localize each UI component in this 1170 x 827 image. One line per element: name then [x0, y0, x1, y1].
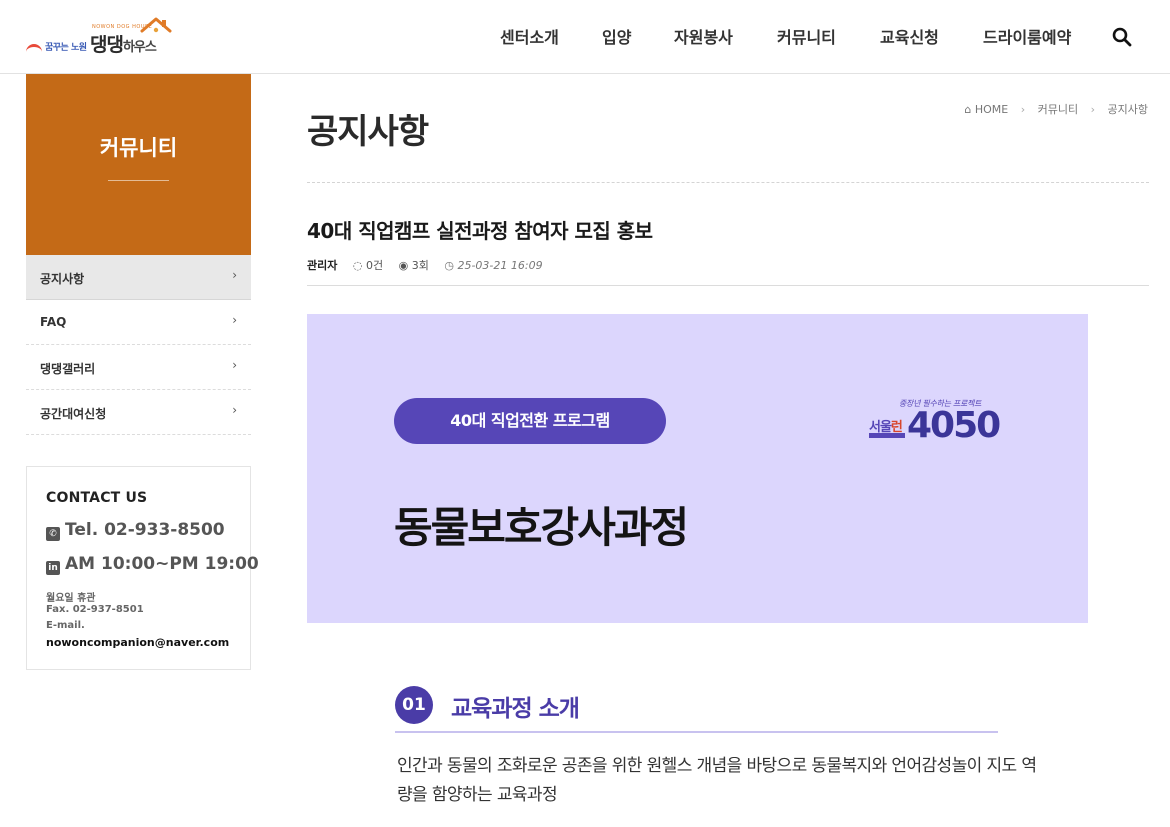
breadcrumb-separator: ›: [1090, 103, 1096, 116]
chevron-right-icon: ›: [232, 403, 237, 417]
nav-item-adoption[interactable]: 입양: [602, 24, 631, 48]
contact-tel: ✆ Tel. 02-933-8500: [46, 520, 225, 541]
chevron-right-icon: ›: [232, 358, 237, 372]
main-nav: 센터소개 입양 자원봉사 커뮤니티 교육신청 드라이룸예약: [0, 24, 1170, 48]
seoul-4050-logo: 중장년 필수하는 프로젝트 서울런 4050: [867, 394, 1007, 454]
sidebar-item-label: 댕댕갤러리: [40, 362, 96, 376]
chevron-right-icon: ›: [232, 313, 237, 327]
page-title: 공지사항: [307, 112, 429, 152]
search-icon[interactable]: [1112, 27, 1132, 47]
nav-item-volunteer[interactable]: 자원봉사: [674, 24, 733, 48]
contact-email-label: E-mail.: [46, 620, 85, 631]
post-comments: ◌ 0건: [352, 259, 384, 272]
sidebar-title: 커뮤니티: [99, 136, 178, 160]
post-meta: 관리자 ◌ 0건 ◉ 3회 ◷ 25-03-21 16:09: [307, 257, 543, 273]
breadcrumb-notice[interactable]: 공지사항: [1108, 103, 1148, 116]
comment-icon: ◌: [352, 259, 363, 272]
contact-fax: Fax. 02-937-8501: [46, 604, 144, 615]
title-divider: [307, 182, 1149, 183]
contact-title: CONTACT US: [46, 490, 148, 506]
contact-closed: 월요일 휴관: [46, 593, 96, 604]
meta-divider: [307, 285, 1149, 286]
post-title: 40대 직업캠프 실전과정 참여자 모집 홍보: [307, 219, 653, 243]
banner-program-pill: 40대 직업전환 프로그램: [394, 398, 666, 444]
sidebar-menu: 공지사항 › FAQ › 댕댕갤러리 › 공간대여신청 ›: [26, 255, 251, 435]
clock-icon: ◷: [444, 259, 454, 272]
sidebar-header: 커뮤니티: [26, 74, 251, 255]
post-author: 관리자: [307, 259, 338, 272]
nav-item-dryroom[interactable]: 드라이룸예약: [983, 24, 1071, 48]
section-number-badge: 01: [395, 686, 433, 724]
sidebar-item-faq[interactable]: FAQ ›: [26, 300, 251, 345]
sidebar-item-label: 공간대여신청: [40, 407, 107, 421]
post-date: ◷ 25-03-21 16:09: [444, 259, 543, 272]
contact-box: CONTACT US ✆ Tel. 02-933-8500 in AM 10:00~…: [26, 466, 259, 670]
sidebar-title-divider: [108, 180, 169, 181]
post-banner-image: 40대 직업전환 프로그램 동물보호강사과정 중장년 필수하는 프로젝트 서울런…: [307, 314, 1088, 623]
breadcrumb-separator: ›: [1020, 103, 1026, 116]
sidebar-item-label: FAQ: [40, 315, 67, 329]
sidebar-item-gallery[interactable]: 댕댕갤러리 ›: [26, 345, 251, 390]
clock-icon: in: [46, 561, 60, 575]
section-title: 교육과정 소개: [451, 696, 580, 722]
section-text: 인간과 동물의 조화로운 공존을 위한 원헬스 개념을 바탕으로 동물복지와 언…: [397, 756, 1037, 805]
sidebar-item-notice[interactable]: 공지사항 ›: [26, 255, 251, 300]
nav-item-education[interactable]: 교육신청: [880, 24, 939, 48]
contact-hours: in AM 10:00~PM 19:00: [46, 554, 259, 575]
site-header: 꿈꾸는 노원 NOWON DOG HOUSE 댕댕하우스 센터소개 입양 자원봉…: [0, 0, 1170, 74]
sidebar-item-label: 공지사항: [40, 272, 85, 286]
banner-title: 동물보호강사과정: [394, 503, 689, 552]
post-views: ◉ 3회: [398, 259, 429, 272]
eye-icon: ◉: [398, 259, 409, 272]
sidebar-item-space-rental[interactable]: 공간대여신청 ›: [26, 390, 251, 435]
breadcrumb: ⌂ HOME › 커뮤니티 › 공지사항: [964, 101, 1148, 117]
section-underline: [395, 731, 998, 733]
chevron-right-icon: ›: [232, 268, 237, 282]
phone-icon: ✆: [46, 527, 60, 541]
contact-email[interactable]: nowoncompanion@naver.com: [46, 636, 229, 649]
logo-number: 4050: [907, 405, 1001, 446]
nav-item-community[interactable]: 커뮤니티: [777, 24, 836, 48]
breadcrumb-community[interactable]: 커뮤니티: [1038, 103, 1078, 116]
nav-item-about[interactable]: 센터소개: [500, 24, 559, 48]
home-icon: ⌂: [964, 103, 972, 116]
logo-bar: [869, 433, 905, 438]
breadcrumb-home[interactable]: HOME: [975, 103, 1008, 116]
